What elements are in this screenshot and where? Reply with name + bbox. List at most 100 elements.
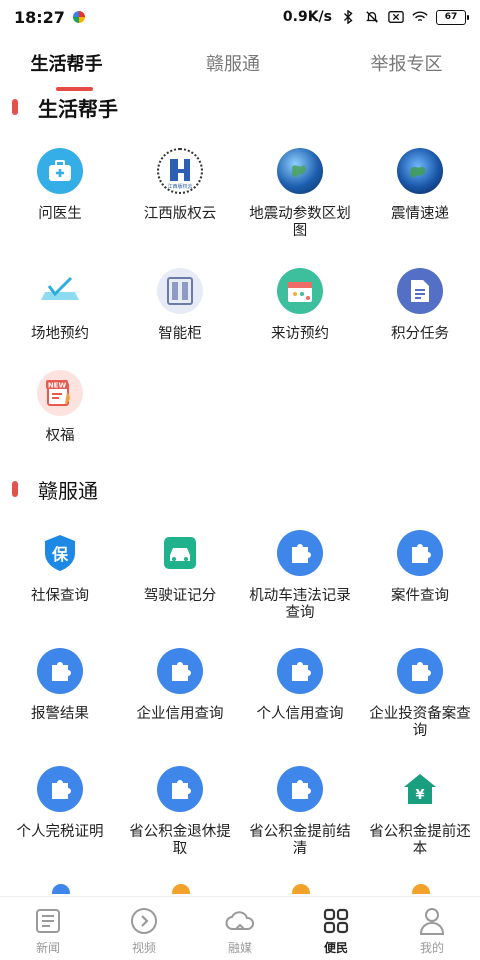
section-marker [12, 99, 18, 115]
nav-media[interactable]: 融媒 [192, 897, 288, 960]
service-label: 驾驶证记分 [143, 588, 217, 604]
service-label: 震情速递 [391, 206, 449, 222]
car-icon [157, 530, 203, 576]
nav-convenience[interactable]: 便民 [288, 897, 384, 960]
video-play-icon [129, 906, 159, 936]
puzzle-icon [397, 530, 443, 576]
cloud-icon [225, 906, 255, 936]
nav-video[interactable]: 视频 [96, 897, 192, 960]
service-ask-doctor[interactable]: 问医生 [0, 148, 120, 223]
puzzle-icon [397, 648, 443, 694]
nav-label: 视频 [131, 941, 156, 955]
shield-glyph: 保 [51, 545, 69, 564]
next-row-icon-peek [412, 884, 430, 894]
service-label: 社保查询 [31, 588, 89, 604]
tab-ganfutong[interactable]: 赣服通 [133, 44, 333, 90]
medical-kit-icon [37, 148, 83, 194]
service-label: 案件查询 [391, 588, 449, 604]
nav-mine[interactable]: 我的 [384, 897, 480, 960]
top-tabs: 生活帮手 赣服通 举报专区 [0, 44, 480, 91]
service-points-tasks[interactable]: 积分任务 [360, 268, 480, 343]
section-header-life-helper: 生活帮手 [0, 92, 480, 122]
service-label: 问医生 [38, 206, 82, 222]
calendar-icon [277, 268, 323, 314]
next-row-icon-peek [172, 884, 190, 894]
puzzle-icon [277, 648, 323, 694]
bluetooth-icon [344, 10, 353, 24]
puzzle-icon [37, 648, 83, 694]
service-seismic-zoning-map[interactable]: 地震动参数区划图 [240, 148, 360, 240]
service-case-query[interactable]: 案件查询 [360, 530, 480, 605]
news-icon [33, 906, 63, 936]
service-visitor-booking[interactable]: 来访预约 [240, 268, 360, 343]
status-bar: 18:27 0.9K/s 67 [0, 0, 480, 34]
earth-globe-icon [397, 148, 443, 194]
service-driving-license-points[interactable]: 驾驶证记分 [120, 530, 240, 605]
status-time: 18:27 [14, 7, 65, 27]
tab-life-helper[interactable]: 生活帮手 [0, 44, 133, 90]
service-label: 省公积金退休提取 [129, 824, 231, 857]
service-tax-certificate[interactable]: 个人完税证明 [0, 766, 120, 841]
status-indicators: 0.9K/s 67 [282, 9, 469, 25]
user-icon [417, 906, 447, 936]
bottom-navigation: 新闻 视频 融媒 便民 我的 [0, 896, 480, 960]
mute-bell-icon [366, 11, 378, 23]
sim-off-icon [388, 11, 404, 23]
app-notification-icon [72, 11, 85, 23]
section-title: 赣服通 [38, 478, 98, 503]
service-label: 企业信用查询 [136, 706, 224, 722]
locker-icon [157, 268, 203, 314]
tab-report-zone[interactable]: 举报专区 [333, 44, 480, 90]
service-fund-early-settlement[interactable]: 省公积金提前结清 [240, 766, 360, 858]
service-label: 个人信用查询 [256, 706, 344, 722]
service-enterprise-credit-query[interactable]: 企业信用查询 [120, 648, 240, 723]
nav-label: 新闻 [35, 941, 60, 955]
new-badge-icon: NEW [37, 370, 83, 416]
service-investment-filing-query[interactable]: 企业投资备案查询 [360, 648, 480, 740]
logo-text: 江西版权云 [167, 183, 192, 190]
nav-label: 我的 [419, 941, 444, 955]
service-label: 省公积金提前还本 [369, 824, 471, 857]
section-header-ganfutong: 赣服通 [0, 474, 480, 504]
service-jiangxi-copyright-cloud[interactable]: 江西版权云 江西版权云 [120, 148, 240, 223]
venue-icon [37, 268, 83, 314]
nav-news[interactable]: 新闻 [0, 897, 96, 960]
service-label: 地震动参数区划图 [249, 206, 351, 239]
puzzle-icon [157, 648, 203, 694]
nav-label: 便民 [323, 941, 348, 955]
service-venue-booking[interactable]: 场地预约 [0, 268, 120, 343]
section-marker [12, 481, 18, 497]
active-tab-indicator [56, 87, 93, 91]
service-label: 权福 [45, 428, 75, 444]
next-row-icon-peek [292, 884, 310, 894]
service-label: 场地预约 [31, 326, 89, 342]
service-earthquake-express[interactable]: 震情速递 [360, 148, 480, 223]
service-quanfu[interactable]: NEW 权福 [0, 370, 120, 445]
section-title: 生活帮手 [38, 96, 118, 121]
puzzle-icon [277, 530, 323, 576]
service-fund-early-repayment[interactable]: ¥ 省公积金提前还本 [360, 766, 480, 858]
service-label: 省公积金提前结清 [249, 824, 351, 857]
service-smart-locker[interactable]: 智能柜 [120, 268, 240, 343]
service-label: 报警结果 [31, 706, 89, 722]
earth-globe-icon [277, 148, 323, 194]
network-speed: 0.9K/s [282, 9, 332, 25]
service-vehicle-violation-query[interactable]: 机动车违法记录查询 [240, 530, 360, 622]
service-fund-retirement-withdrawal[interactable]: 省公积金退休提取 [120, 766, 240, 858]
service-label: 企业投资备案查询 [369, 706, 471, 739]
puzzle-icon [277, 766, 323, 812]
next-row-icon-peek [52, 884, 70, 894]
grid-apps-icon [321, 906, 351, 936]
service-label: 来访预约 [271, 326, 329, 342]
service-social-security[interactable]: 保 社保查询 [0, 530, 120, 605]
service-alarm-result[interactable]: 报警结果 [0, 648, 120, 723]
service-label: 个人完税证明 [16, 824, 104, 840]
service-personal-credit-query[interactable]: 个人信用查询 [240, 648, 360, 723]
task-document-icon [397, 268, 443, 314]
puzzle-icon [157, 766, 203, 812]
service-label: 智能柜 [158, 326, 202, 342]
housing-fund-icon: ¥ [397, 766, 443, 812]
puzzle-icon [37, 766, 83, 812]
nav-label: 融媒 [227, 941, 252, 955]
service-label: 积分任务 [391, 326, 449, 342]
